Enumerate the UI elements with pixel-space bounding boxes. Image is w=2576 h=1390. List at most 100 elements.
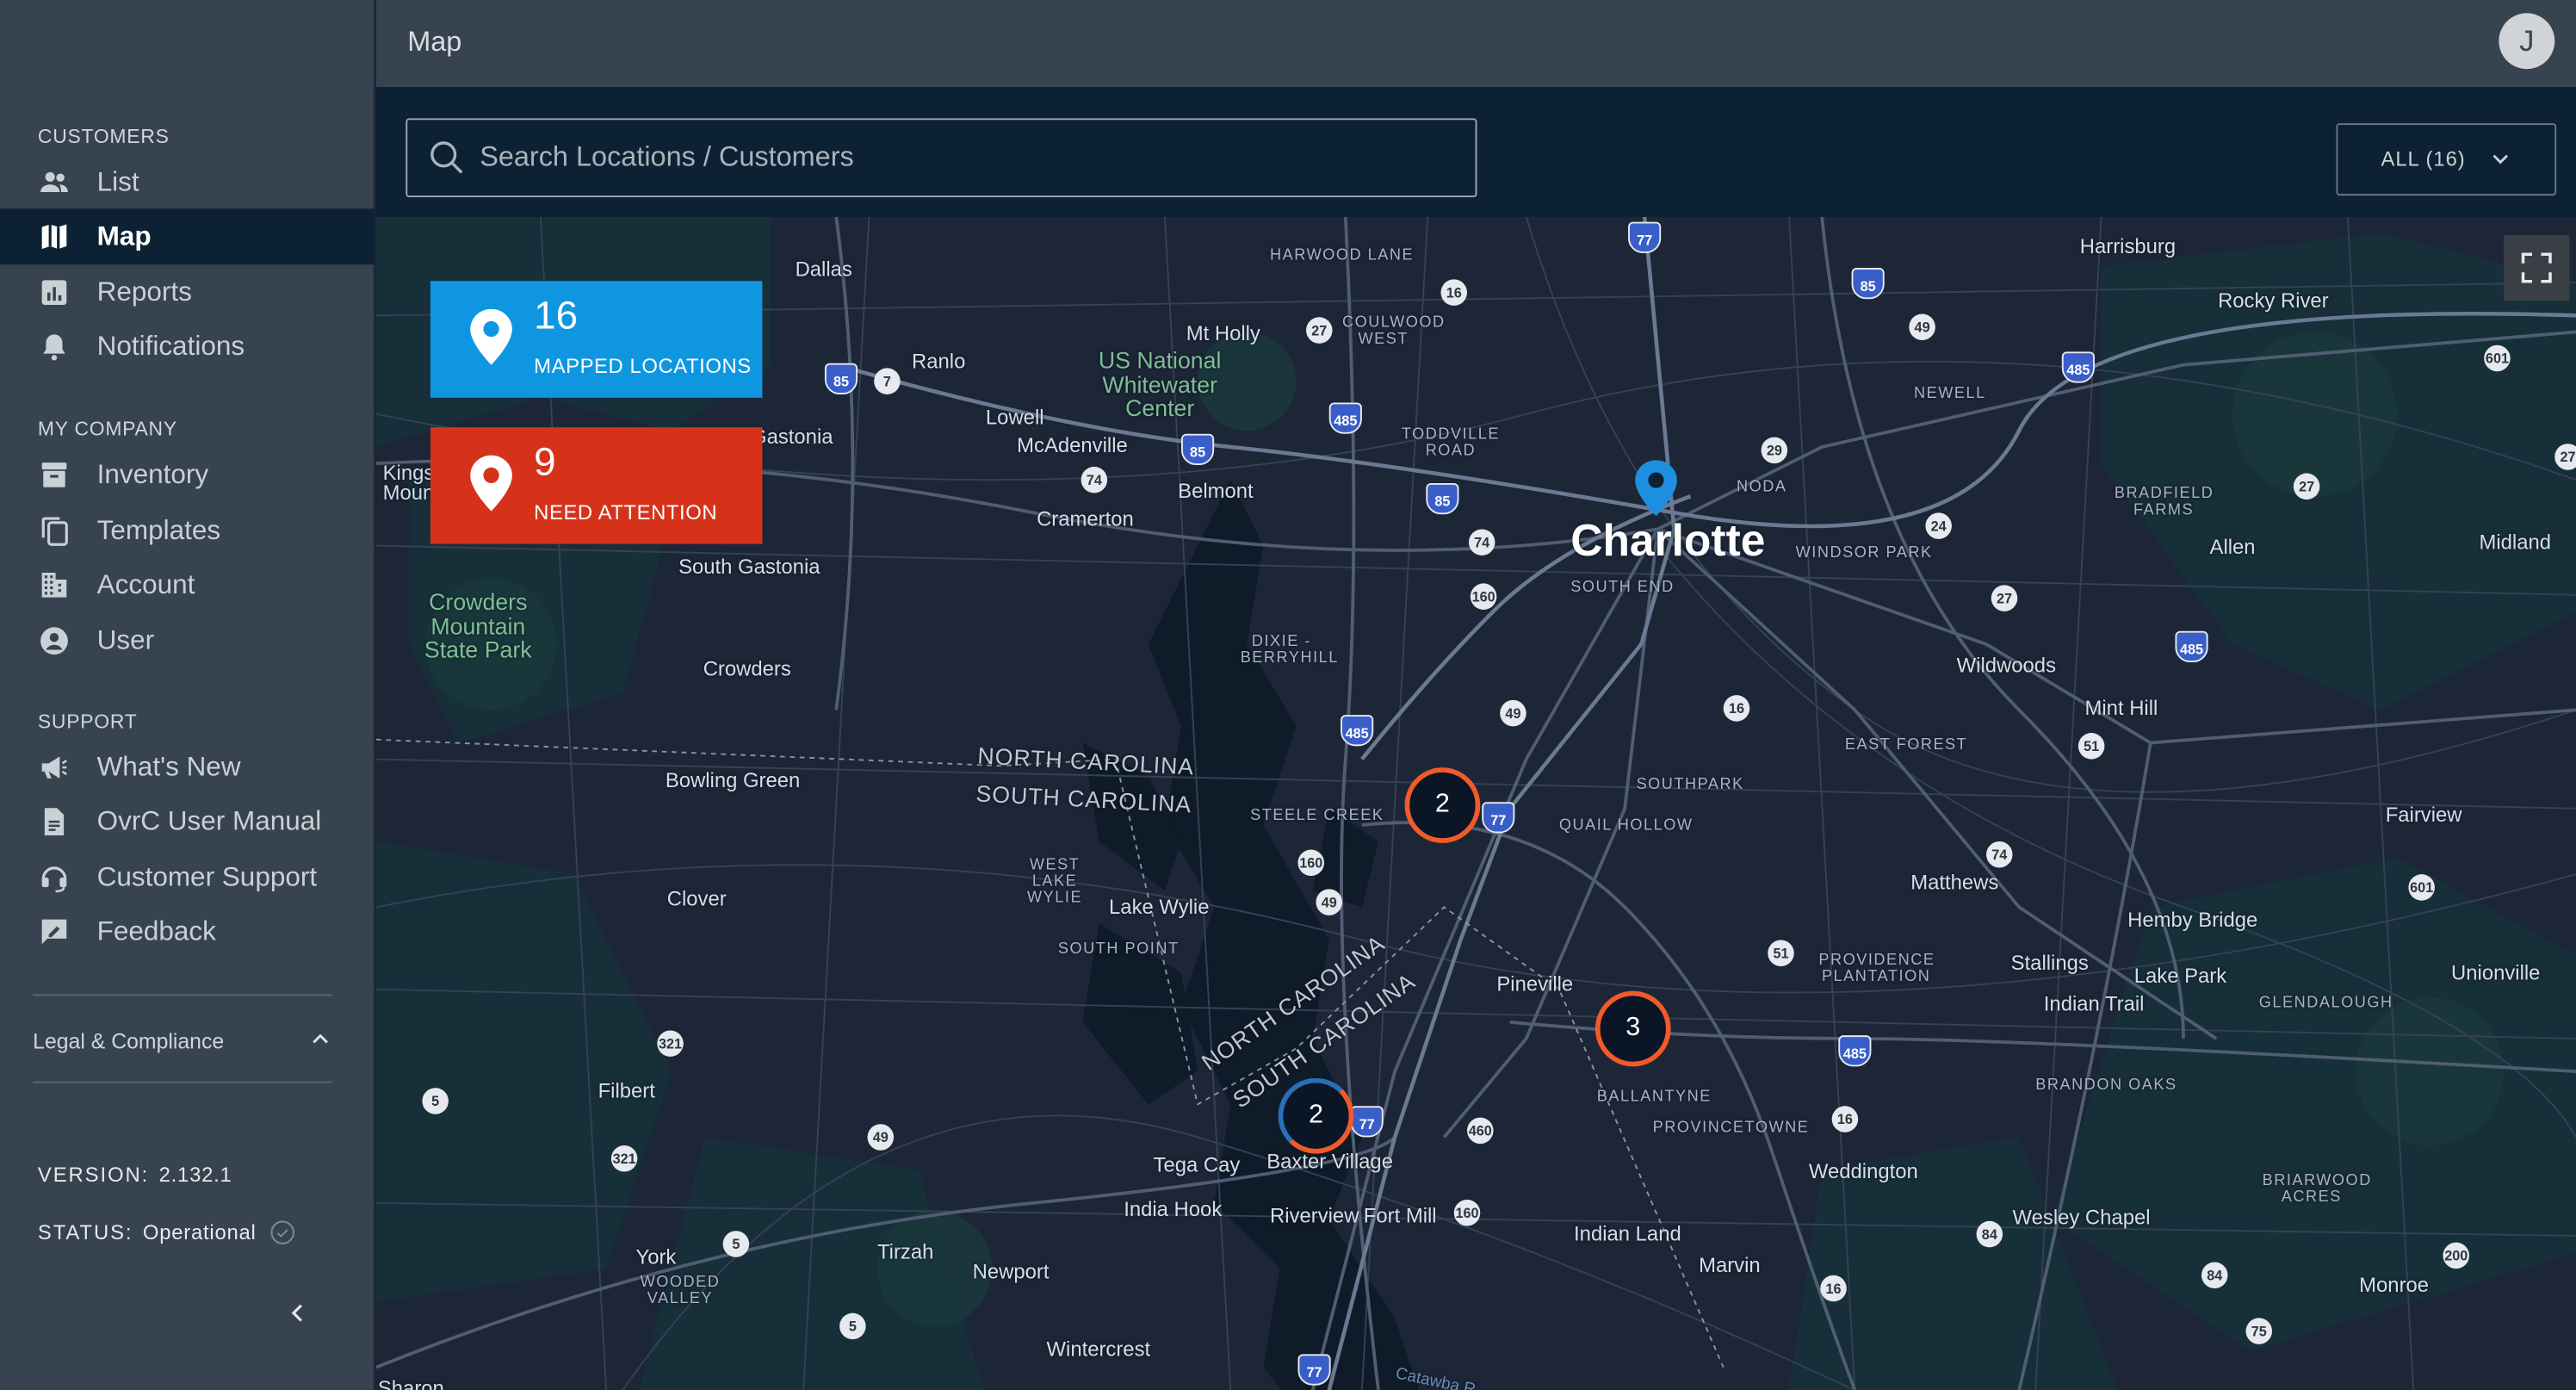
filter-label: ALL (16) [2381, 147, 2466, 171]
map-label: Sharon [377, 1377, 444, 1390]
interstate-shield: 85 [1426, 483, 1459, 515]
section-title-customers: CUSTOMERS [37, 125, 170, 148]
search-input[interactable] [480, 141, 1433, 175]
map-label: NODA [1736, 478, 1787, 497]
map-label: SOUTHPARK [1636, 775, 1744, 794]
nav-label: Reports [96, 276, 192, 307]
map-canvas[interactable]: Dallas Ranlo Lowell McAdenville Gastonia… [375, 216, 2576, 1390]
mapped-count: 16 [534, 294, 579, 339]
map-label: India Hook [1124, 1198, 1223, 1221]
map-label: Fort Mill [1363, 1204, 1437, 1228]
route-shield: 160 [1297, 849, 1325, 877]
copy-icon [38, 514, 71, 547]
route-shield: 49 [867, 1124, 895, 1151]
route-shield: 16 [1831, 1106, 1859, 1132]
route-shield: 5 [839, 1312, 866, 1340]
nav-item-customer-support[interactable]: Customer Support [0, 850, 375, 906]
route-shield: 460 [1467, 1117, 1494, 1145]
nav-item-reports[interactable]: Reports [0, 264, 375, 320]
map-label: Bowling Green [665, 769, 801, 792]
route-shield: 51 [1768, 940, 1794, 967]
map-label: Belmont [1178, 480, 1254, 503]
legal-compliance-toggle[interactable]: Legal & Compliance [33, 1022, 331, 1058]
interstate-shield: 77 [1482, 802, 1515, 834]
route-shield: 16 [1440, 279, 1468, 306]
document-icon [38, 805, 71, 838]
map-label: Gastonia [751, 425, 833, 449]
route-shield: 75 [2245, 1318, 2273, 1344]
bar-chart-icon [38, 276, 71, 309]
route-shield: 7 [874, 368, 901, 394]
search-field[interactable] [406, 118, 1477, 197]
avatar[interactable]: J [2499, 13, 2555, 70]
section-title-my-company: MY COMPANY [37, 417, 177, 441]
route-shield: 160 [1470, 583, 1497, 610]
interstate-shield: 77 [1297, 1354, 1331, 1386]
map-label: HARWOOD LANE [1270, 246, 1415, 265]
nav-item-map[interactable]: Map [0, 208, 375, 265]
nav-label: User [96, 625, 155, 655]
nav-item-user[interactable]: User [0, 613, 375, 669]
nav-item-whats-new[interactable]: What's New [0, 740, 375, 796]
page-title: Map [407, 26, 462, 58]
map-label: WOODED VALLEY [640, 1273, 721, 1308]
location-pin[interactable] [1635, 460, 1678, 524]
map-label: Lake Wylie [1109, 895, 1210, 919]
route-shield: 84 [1976, 1220, 2003, 1248]
interstate-shield: 85 [1180, 433, 1215, 466]
location-cluster[interactable]: 2 [1278, 1077, 1354, 1154]
interstate-shield: 485 [2175, 630, 2208, 663]
need-attention-card[interactable]: 9 NEED ATTENTION [430, 427, 763, 544]
nav-item-inventory[interactable]: Inventory [0, 447, 375, 503]
route-shield: 27 [1306, 317, 1333, 344]
map-label: Marvin [1699, 1253, 1761, 1277]
location-cluster[interactable]: 3 [1595, 990, 1671, 1067]
fullscreen-button[interactable] [2504, 234, 2570, 301]
map-label: PROVINCETOWNE [1652, 1119, 1810, 1138]
collapse-sidebar-button[interactable] [279, 1295, 315, 1331]
route-shield: 49 [1500, 699, 1526, 727]
map-label: Matthews [1910, 871, 1999, 895]
mapped-locations-card[interactable]: 16 MAPPED LOCATIONS [430, 281, 763, 398]
map-label: South Gastonia [678, 555, 820, 579]
route-shield: 74 [1468, 529, 1495, 555]
location-cluster[interactable]: 2 [1404, 767, 1481, 843]
attention-count: 9 [534, 440, 556, 485]
filter-dropdown[interactable]: ALL (16) [2336, 123, 2557, 196]
map-label: NEWELL [1914, 384, 1986, 403]
interstate-shield: 77 [1628, 221, 1662, 253]
route-shield: 27 [2554, 444, 2576, 470]
route-shield: 84 [2201, 1262, 2228, 1289]
map-label: Rocky River [2218, 289, 2329, 313]
map-label: TODDVILLE ROAD [1401, 425, 1501, 461]
divider [33, 994, 332, 996]
nav-label: Account [96, 569, 195, 599]
map-label: GLENDALOUGH [2258, 994, 2393, 1013]
nav-item-account[interactable]: Account [0, 557, 375, 613]
nav-item-user-manual[interactable]: OvrC User Manual [0, 794, 375, 850]
chevron-left-icon [291, 1304, 302, 1322]
nav-item-list[interactable]: List [0, 154, 375, 210]
bell-icon [38, 331, 71, 363]
map-label: SOUTH END [1570, 578, 1675, 597]
nav-item-feedback[interactable]: Feedback [0, 904, 375, 960]
map-label: Wintercrest [1046, 1337, 1151, 1361]
route-shield: 321 [657, 1030, 684, 1057]
attention-label: NEED ATTENTION [534, 501, 718, 524]
map-label: Cramerton [1037, 507, 1134, 531]
divider [33, 1081, 332, 1083]
nav-item-notifications[interactable]: Notifications [0, 319, 375, 375]
people-icon [38, 166, 71, 199]
nav-label: OvrC User Manual [96, 805, 322, 836]
map-label: Mt Holly [1186, 322, 1260, 345]
check-circle-icon [269, 1219, 296, 1246]
map-label: Newport [972, 1260, 1050, 1284]
inventory-icon [38, 458, 71, 491]
legal-compliance-label: Legal & Compliance [33, 1027, 225, 1053]
map-label: York [635, 1245, 677, 1269]
version-label: VERSION: [37, 1164, 150, 1187]
map-label: PROVIDENCE PLANTATION [1818, 951, 1935, 986]
interstate-shield: 485 [2061, 351, 2095, 383]
nav-item-templates[interactable]: Templates [0, 503, 375, 559]
map-label: Filbert [598, 1079, 655, 1103]
